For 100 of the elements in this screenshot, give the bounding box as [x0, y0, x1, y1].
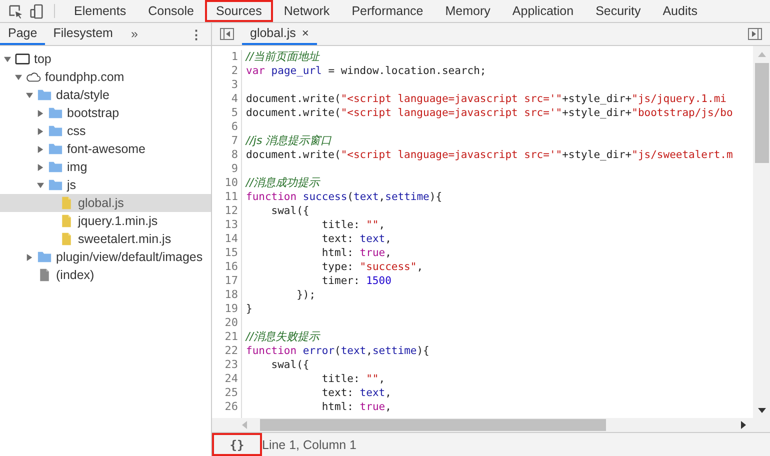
line-number: 15: [224, 246, 239, 260]
panel-tab[interactable]: Elements: [63, 0, 138, 22]
tree-item[interactable]: top: [0, 50, 211, 68]
tree-item[interactable]: font-awesome: [0, 140, 211, 158]
tree-label: top: [34, 52, 52, 66]
disclosure-triangle-icon[interactable]: [4, 56, 11, 62]
code-line: }: [246, 303, 252, 315]
code-line: //当前页面地址: [246, 51, 320, 63]
line-number: 16: [224, 260, 239, 274]
line-number: 5: [230, 106, 239, 120]
line-number: 1: [230, 50, 239, 64]
line-number: 6: [230, 120, 239, 134]
tree-item[interactable]: plugin/view/default/images: [0, 248, 211, 266]
script-file-icon: [59, 232, 74, 246]
code-line: document.write("<script language=javascript src='"+style_dir+"js/jquery.1.mi: [246, 93, 726, 105]
file-tab-label: global.js: [250, 26, 296, 40]
tree-item[interactable]: css: [0, 122, 211, 140]
folder-icon: [48, 106, 63, 120]
code-line: title: "",: [320, 373, 386, 385]
tree-item[interactable]: js: [0, 176, 211, 194]
inspect-icon[interactable]: [8, 4, 23, 18]
code-line: });: [296, 289, 316, 301]
line-number: 21: [224, 330, 239, 344]
tree-label: sweetalert.min.js: [78, 232, 172, 246]
tree-item[interactable]: bootstrap: [0, 104, 211, 122]
pretty-print-button[interactable]: {}: [212, 433, 262, 456]
disclosure-triangle-icon[interactable]: [15, 74, 22, 80]
more-tabs-button[interactable]: »: [120, 23, 148, 45]
line-number: 2: [230, 64, 239, 78]
folder-icon: [48, 160, 63, 174]
line-number: 22: [224, 344, 239, 358]
line-number: 17: [224, 274, 239, 288]
scroll-down-icon[interactable]: [758, 408, 766, 414]
code-line: function error(text,settime){: [246, 345, 430, 357]
tree-item[interactable]: global.js: [0, 194, 211, 212]
panel-tab[interactable]: Console: [137, 0, 205, 22]
code-line: document.write("<script language=javascript src='"+style_dir+"bootstrap/js/bo: [246, 107, 733, 119]
scroll-thumb[interactable]: [260, 419, 606, 431]
disclosure-triangle-icon[interactable]: [26, 92, 33, 98]
vertical-scrollbar[interactable]: [753, 46, 770, 432]
disclosure-triangle-icon[interactable]: [37, 164, 44, 170]
tree-item[interactable]: foundphp.com: [0, 68, 211, 86]
folder-icon: [48, 142, 63, 156]
line-number: 25: [224, 386, 239, 400]
device-icon[interactable]: [29, 4, 44, 18]
code-line: function success(text,settime){: [246, 191, 442, 203]
line-number: 8: [230, 148, 239, 162]
tree-item[interactable]: (index): [0, 266, 211, 284]
code-line: swal({: [270, 205, 310, 217]
horizontal-scrollbar[interactable]: [212, 418, 753, 432]
code-line: timer: 1500: [320, 275, 392, 287]
tree-label: global.js: [78, 196, 124, 210]
tree-item[interactable]: data/style: [0, 86, 211, 104]
scroll-right-icon[interactable]: [741, 421, 747, 429]
tree-label: plugin/view/default/images: [56, 250, 203, 264]
line-number: 19: [224, 302, 239, 316]
folder-icon: [48, 124, 63, 138]
file-tab[interactable]: global.js ×: [242, 23, 317, 45]
tree-label: img: [67, 160, 88, 174]
disclosure-triangle-icon[interactable]: [37, 128, 44, 134]
document-icon: [37, 268, 52, 282]
tree-label: jquery.1.min.js: [78, 214, 158, 228]
tree-item[interactable]: sweetalert.min.js: [0, 230, 211, 248]
panel-tab[interactable]: Sources: [204, 0, 273, 22]
menu-button[interactable]: ⋮: [182, 23, 211, 45]
code-line: type: "success",: [320, 261, 424, 273]
tree-item[interactable]: img: [0, 158, 211, 176]
panel-tab[interactable]: Audits: [652, 0, 708, 22]
panel-tab[interactable]: Network: [272, 0, 341, 22]
script-file-icon: [59, 214, 74, 228]
panel-tab[interactable]: Application: [501, 0, 585, 22]
cloud-icon: [26, 70, 41, 84]
code-line: //消息失败提示: [246, 331, 320, 343]
panel-tab[interactable]: Security: [584, 0, 652, 22]
navigator-tab[interactable]: Page: [0, 23, 46, 45]
folder-icon: [37, 250, 52, 264]
cursor-position: Line 1, Column 1: [262, 438, 357, 452]
tree-label: foundphp.com: [45, 70, 124, 84]
tree-label: font-awesome: [67, 142, 146, 156]
folder-icon: [48, 178, 63, 192]
frame-icon: [15, 52, 30, 66]
code-line: //js 消息提示窗口: [246, 135, 332, 147]
scroll-thumb[interactable]: [754, 63, 768, 163]
disclosure-triangle-icon[interactable]: [37, 182, 44, 188]
line-number: 18: [224, 288, 239, 302]
line-number: 13: [224, 218, 239, 232]
disclosure-triangle-icon[interactable]: [26, 254, 33, 260]
line-number: 11: [224, 190, 239, 204]
close-button[interactable]: ×: [302, 26, 309, 40]
panel-tab[interactable]: Memory: [434, 0, 502, 22]
toggle-debugger-icon[interactable]: [748, 28, 762, 40]
disclosure-triangle-icon[interactable]: [37, 146, 44, 152]
toggle-navigator-icon[interactable]: [220, 28, 234, 40]
panel-tab[interactable]: Performance: [340, 0, 434, 22]
code-line: document.write("<script language=javascript src='"+style_dir+"js/sweetalert.m: [246, 149, 733, 161]
navigator-tab[interactable]: Filesystem: [45, 23, 121, 45]
line-number: 3: [230, 78, 239, 92]
disclosure-triangle-icon[interactable]: [37, 110, 44, 116]
tree-item[interactable]: jquery.1.min.js: [0, 212, 211, 230]
code-line: var page_url = window.location.search;: [246, 65, 486, 77]
